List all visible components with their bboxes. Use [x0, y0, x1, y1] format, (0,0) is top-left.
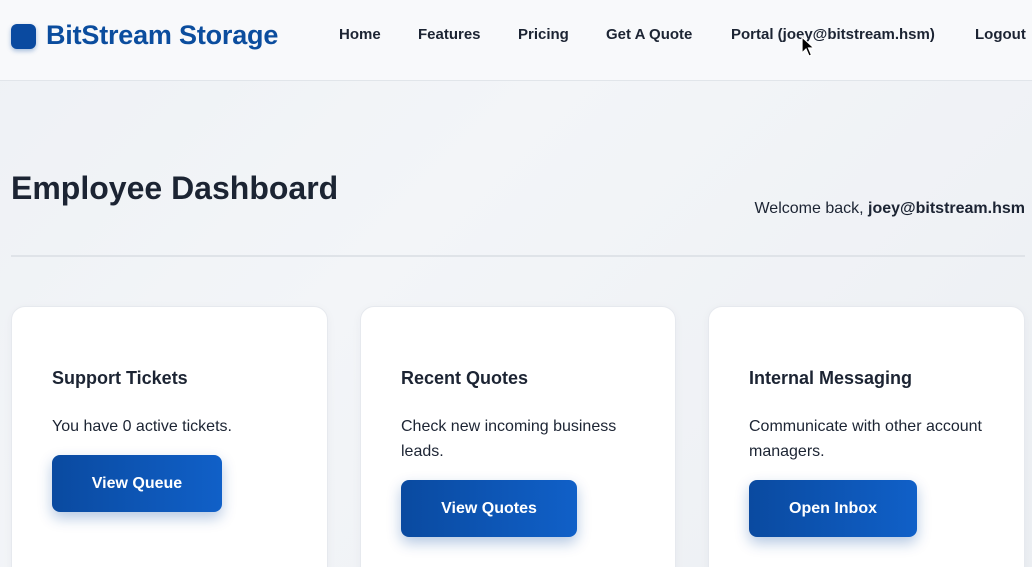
- top-navbar: BitStream Storage Home Features Pricing …: [0, 0, 1032, 81]
- nav-pricing[interactable]: Pricing: [518, 26, 569, 43]
- nav-get-a-quote[interactable]: Get A Quote: [606, 26, 692, 43]
- welcome-message: Welcome back, joey@bitstream.hsm: [754, 200, 1025, 218]
- view-quotes-button[interactable]: View Quotes: [401, 480, 577, 537]
- nav-features[interactable]: Features: [418, 26, 481, 43]
- card-description: You have 0 active tickets.: [52, 418, 232, 435]
- card-description: Communicate with other account managers.: [749, 418, 982, 460]
- card-title: Support Tickets: [52, 368, 188, 388]
- nav-portal[interactable]: Portal (joey@bitstream.hsm): [731, 26, 935, 43]
- card-recent-quotes: Recent Quotes Check new incoming busines…: [360, 306, 676, 567]
- card-support-tickets: Support Tickets You have 0 active ticket…: [11, 306, 328, 567]
- view-queue-button[interactable]: View Queue: [52, 455, 222, 512]
- nav-logout[interactable]: Logout: [975, 26, 1026, 43]
- open-inbox-button[interactable]: Open Inbox: [749, 480, 917, 537]
- main-nav: Home Features Pricing Get A Quote Portal…: [0, 26, 1032, 46]
- header-divider: [11, 255, 1025, 257]
- welcome-username: joey@bitstream.hsm: [868, 200, 1025, 217]
- page-title: Employee Dashboard: [11, 170, 339, 206]
- card-description: Check new incoming business leads.: [401, 418, 617, 460]
- mouse-cursor-icon: [801, 36, 815, 57]
- welcome-prefix: Welcome back,: [754, 200, 869, 217]
- card-title: Internal Messaging: [749, 368, 913, 388]
- card-internal-messaging: Internal Messaging Communicate with othe…: [708, 306, 1025, 567]
- card-title: Recent Quotes: [401, 368, 529, 388]
- nav-home[interactable]: Home: [339, 26, 381, 43]
